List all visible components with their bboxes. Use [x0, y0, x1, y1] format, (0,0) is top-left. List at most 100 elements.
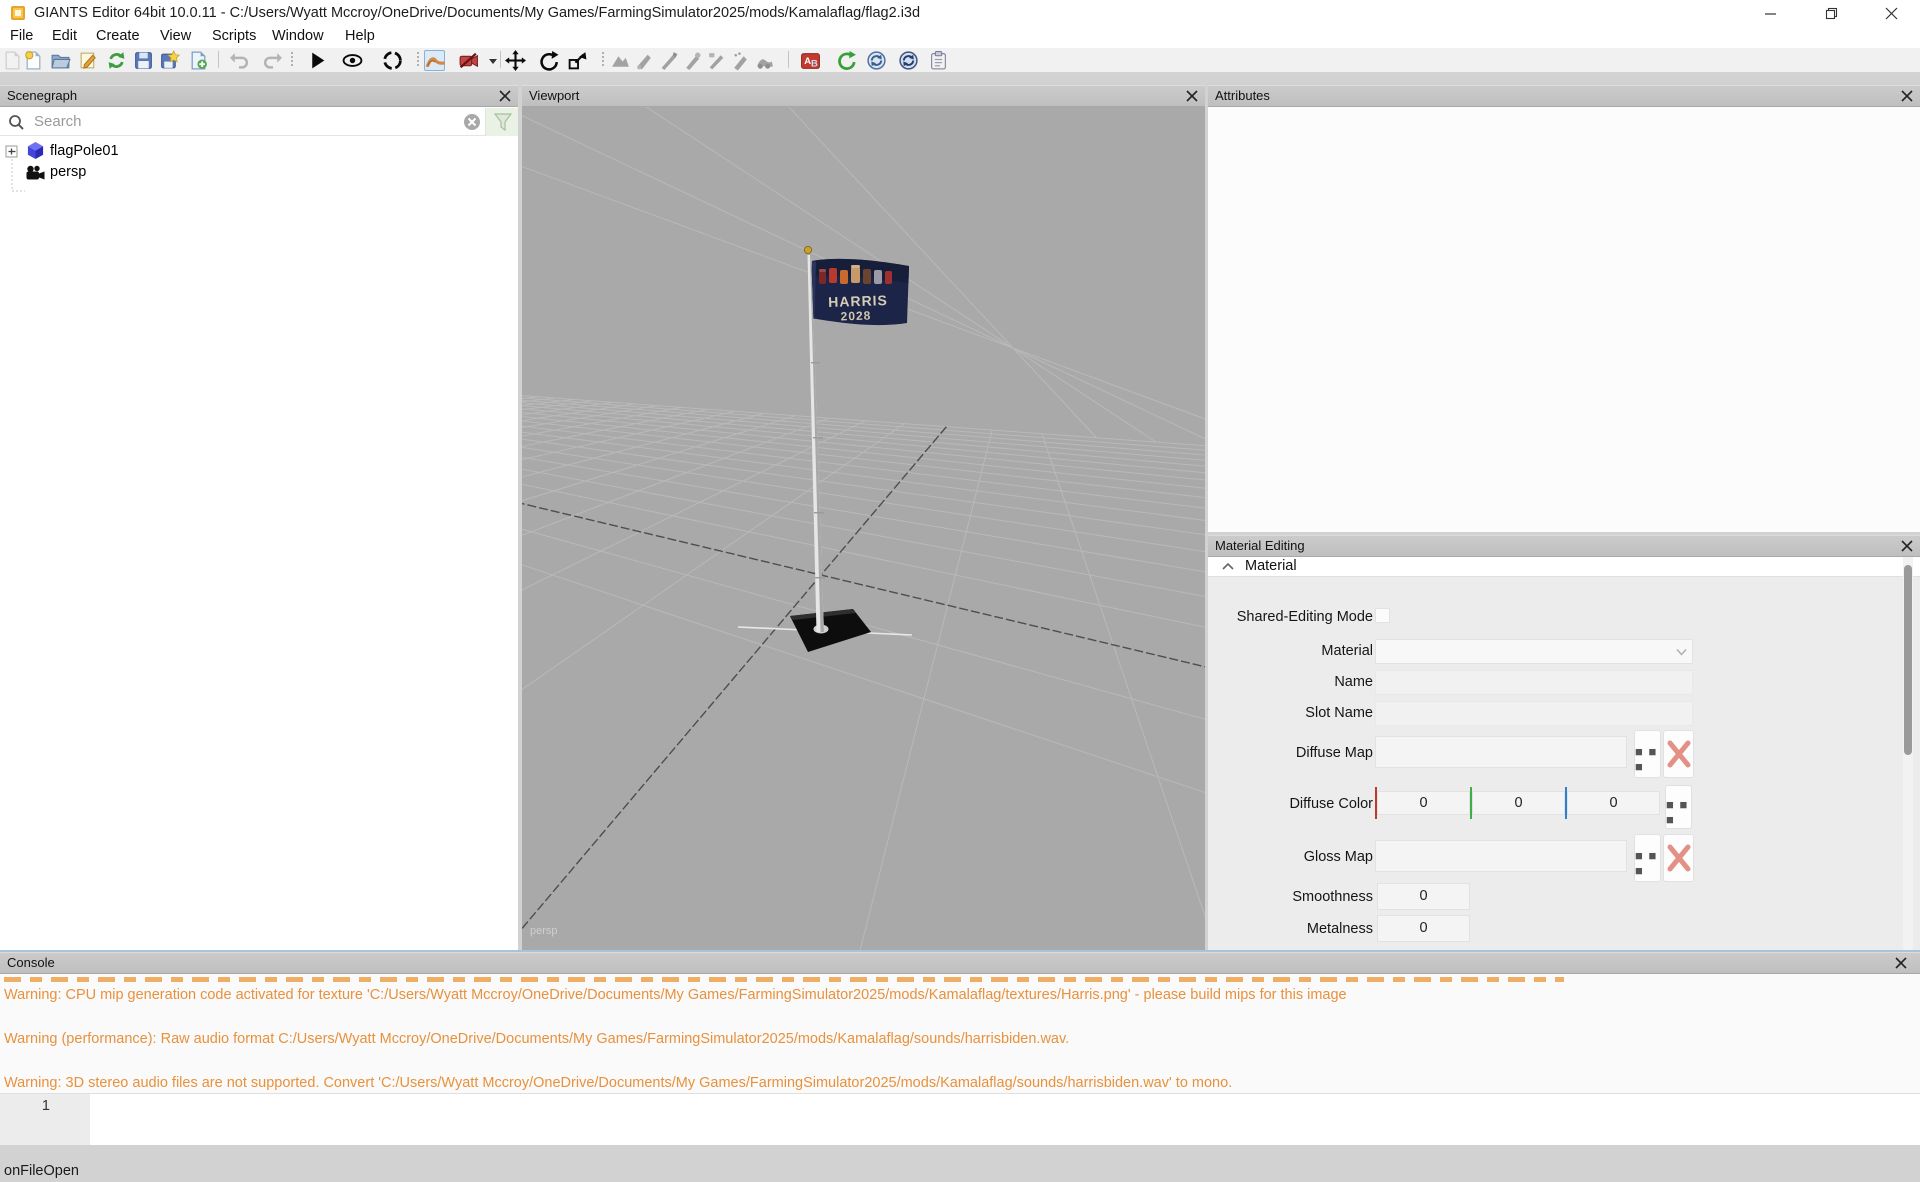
material-section-header[interactable]: Material: [1208, 557, 1920, 577]
window-title: GIANTS Editor 64bit 10.0.11 - C:/Users/W…: [34, 0, 920, 26]
clear-search-icon[interactable]: [463, 113, 481, 131]
diffuse-color-g-value: 0: [1472, 795, 1565, 811]
diffuse-color-picker-button[interactable]: ■ ■ ■: [1665, 785, 1692, 829]
paste-settings-icon[interactable]: [928, 50, 949, 71]
translate-icon[interactable]: [505, 50, 526, 71]
open-file-icon[interactable]: [50, 50, 71, 71]
visibility-icon[interactable]: [342, 50, 363, 71]
gloss-map-remove-button[interactable]: [1663, 834, 1694, 882]
svg-text:B: B: [811, 58, 818, 69]
sync-materials-icon[interactable]: [866, 50, 887, 71]
svg-text:2028: 2028: [840, 308, 871, 323]
blank-file-icon[interactable]: [2, 50, 23, 71]
reload-icon[interactable]: [106, 50, 127, 71]
gloss-map-input[interactable]: [1375, 840, 1627, 872]
attributes-close-icon[interactable]: [1901, 90, 1915, 104]
scenegraph-panel: Search flagPole01 persp: [0, 107, 518, 950]
redo-icon[interactable]: [262, 50, 283, 71]
shared-editing-mode-checkbox[interactable]: [1375, 608, 1390, 623]
gloss-map-browse-button[interactable]: ■ ■ ■: [1634, 834, 1661, 882]
play-icon[interactable]: [307, 50, 328, 71]
ellipsis-icon: ■ ■ ■: [1666, 797, 1691, 827]
add-reference-icon[interactable]: [188, 50, 209, 71]
ellipsis-icon: ■ ■ ■: [1635, 744, 1660, 774]
tree-expander-icon[interactable]: [5, 145, 19, 159]
remove-x-icon: [1666, 739, 1692, 769]
remove-x-icon: [1666, 843, 1692, 873]
menu-view[interactable]: View: [160, 26, 191, 48]
console-line: Warning (performance): Raw audio format …: [4, 1028, 1920, 1050]
attributes-header: Attributes: [1208, 85, 1920, 107]
material-editing-title: Material Editing: [1215, 538, 1305, 553]
rotate-icon[interactable]: [538, 50, 559, 71]
name-input[interactable]: [1375, 670, 1693, 695]
smoothness-value: 0: [1377, 888, 1470, 904]
terrain-sculpt-icon[interactable]: [610, 50, 631, 71]
render-disabled-icon[interactable]: [458, 50, 479, 71]
metalness-label: Metalness: [1208, 921, 1373, 937]
scenegraph-title: Scenegraph: [7, 88, 77, 103]
slot-name-input[interactable]: [1375, 701, 1693, 726]
undo-icon[interactable]: [229, 50, 250, 71]
edit-notes-icon[interactable]: [78, 50, 99, 71]
text-abc-icon[interactable]: AB: [800, 50, 821, 71]
sync-objects-icon[interactable]: [898, 50, 919, 71]
close-button[interactable]: [1868, 0, 1914, 26]
toolbar-separator: [602, 52, 605, 67]
terrain-paint-icon[interactable]: [658, 50, 679, 71]
node-icon-cube: [26, 141, 45, 160]
terrain-detail-icon[interactable]: [706, 50, 727, 71]
scenegraph-close-icon[interactable]: [499, 90, 513, 104]
search-bar[interactable]: Search: [0, 108, 518, 136]
menu-file[interactable]: File: [10, 26, 33, 48]
menu-window[interactable]: Window: [272, 26, 324, 48]
console-line: onFileOpen: [4, 1160, 1920, 1182]
frame-selection-icon[interactable]: [382, 50, 403, 71]
attributes-title: Attributes: [1215, 88, 1270, 103]
viewport-header: Viewport: [522, 85, 1205, 107]
console-script-input[interactable]: [90, 1093, 1920, 1145]
console-close-icon[interactable]: [1895, 957, 1909, 971]
diffuse-map-label: Diffuse Map: [1208, 745, 1373, 761]
maximize-button[interactable]: [1808, 0, 1854, 26]
navigation-mode-icon[interactable]: [424, 50, 445, 71]
viewport-3d[interactable]: HARRIS2028 persp: [522, 107, 1205, 950]
material-scrollbar[interactable]: [1903, 557, 1913, 950]
scenegraph-header: Scenegraph: [0, 85, 518, 107]
diffuse-map-browse-button[interactable]: ■ ■ ■: [1634, 730, 1661, 778]
material-editing-close-icon[interactable]: [1901, 540, 1915, 554]
terrain-extra-icon[interactable]: [754, 50, 775, 71]
new-file-icon[interactable]: [23, 50, 44, 71]
export-icon[interactable]: [159, 50, 180, 71]
terrain-spray-icon[interactable]: [730, 50, 751, 71]
terrain-smooth-icon[interactable]: [634, 50, 655, 71]
filter-button[interactable]: [485, 108, 518, 136]
search-input[interactable]: Search: [34, 113, 82, 130]
diffuse-map-input[interactable]: [1375, 736, 1627, 768]
minimize-button[interactable]: [1747, 0, 1793, 26]
menu-create[interactable]: Create: [96, 26, 140, 48]
tree-node-persp[interactable]: persp: [50, 164, 86, 180]
viewport-close-icon[interactable]: [1186, 90, 1200, 104]
save-icon[interactable]: [133, 50, 154, 71]
terrain-foliage-icon[interactable]: [682, 50, 703, 71]
console-line: Warning: CPU mip generation code activat…: [4, 984, 1920, 1006]
menu-scripts[interactable]: Scripts: [212, 26, 256, 48]
menu-help[interactable]: Help: [345, 26, 375, 48]
tree-node-flagpole[interactable]: flagPole01: [50, 143, 119, 159]
app-icon: [10, 5, 26, 21]
scrollbar-thumb[interactable]: [1904, 565, 1912, 755]
ellipsis-icon: ■ ■ ■: [1635, 848, 1660, 878]
toolbar: AB: [0, 48, 1920, 73]
scale-icon[interactable]: [567, 50, 588, 71]
shared-editing-mode-label: Shared-Editing Mode: [1208, 609, 1373, 625]
search-icon: [8, 114, 25, 131]
console-gutter: 1: [0, 1093, 90, 1145]
menu-edit[interactable]: Edit: [52, 26, 77, 48]
material-select[interactable]: [1375, 639, 1693, 664]
svg-text:HARRIS: HARRIS: [828, 292, 888, 310]
diffuse-map-remove-button[interactable]: [1663, 730, 1694, 778]
console-clipped-line: [4, 977, 1564, 982]
reload-scripts-icon[interactable]: [836, 50, 857, 71]
console-panel: Warning: CPU mip generation code activat…: [0, 974, 1920, 1145]
